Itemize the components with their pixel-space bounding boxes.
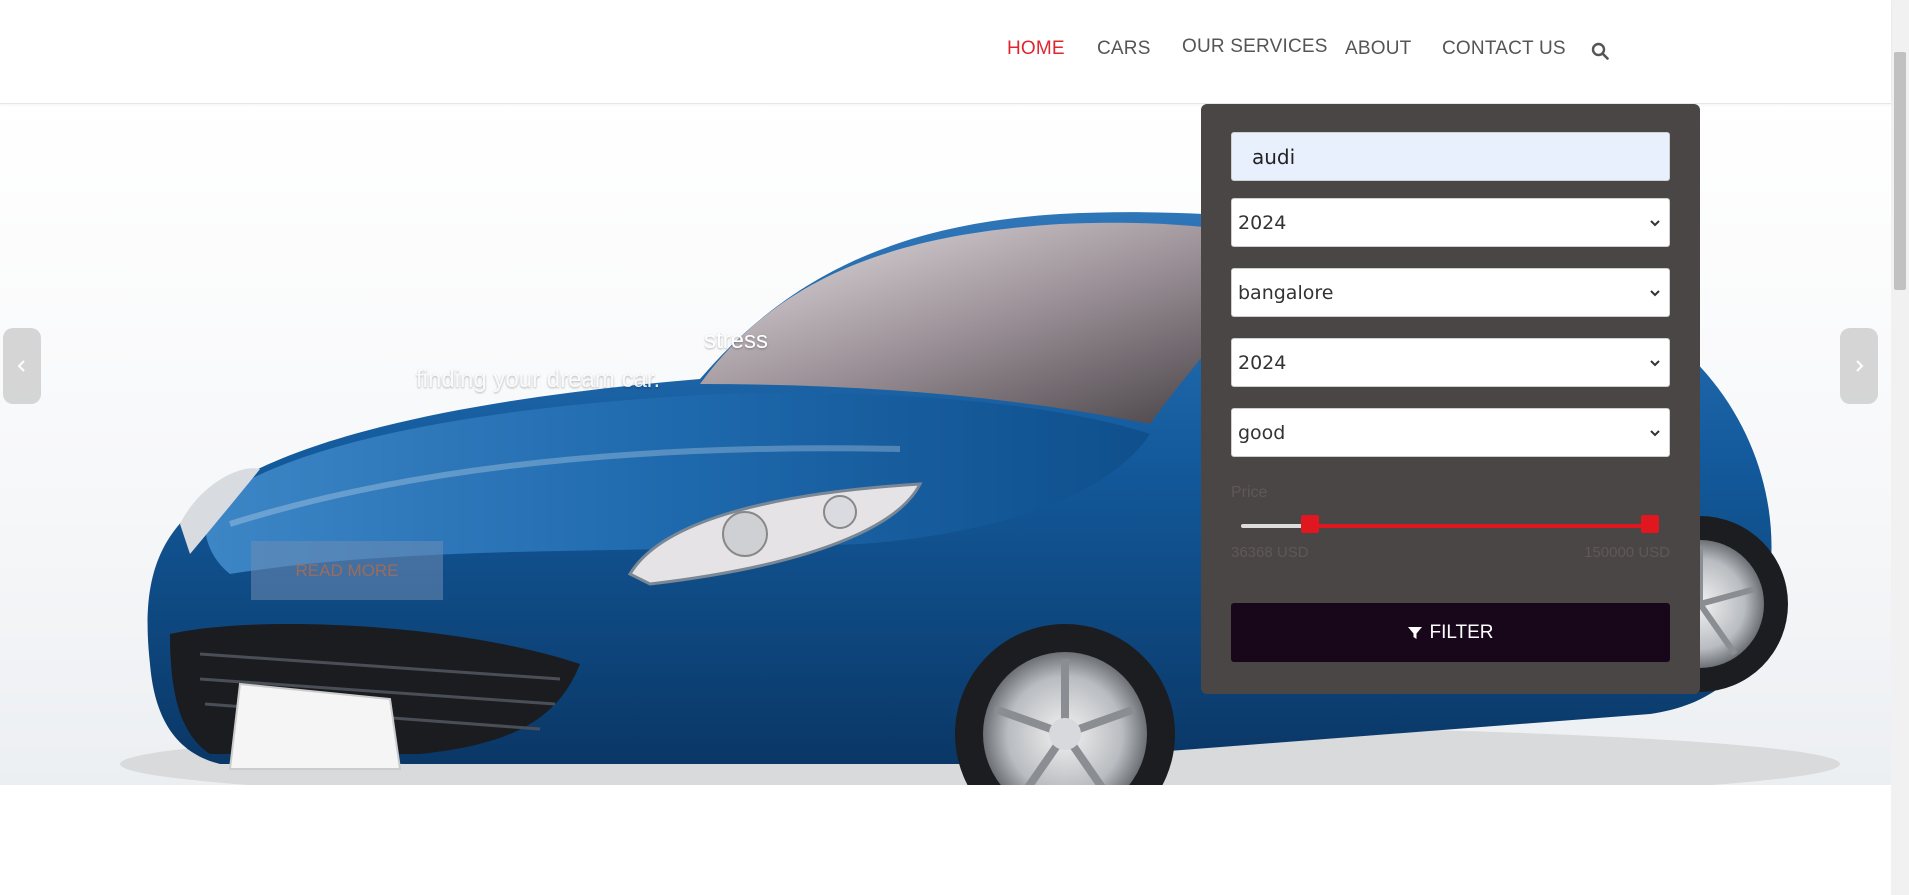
- filter-button[interactable]: FILTER: [1231, 603, 1670, 662]
- slider-prev-button[interactable]: [3, 328, 41, 404]
- price-max-value: 150000 USD: [1584, 544, 1670, 561]
- city-select[interactable]: bangalore: [1231, 268, 1670, 317]
- hero-text-line-2: finding your dream car.: [416, 366, 661, 393]
- car-filter-panel: audi 2024 bangalore 2024 good Price 3636…: [1201, 104, 1700, 694]
- price-max-handle[interactable]: [1641, 515, 1659, 533]
- city-select-value: bangalore: [1238, 281, 1334, 304]
- model-year-select-value: 2024: [1238, 351, 1287, 374]
- hero-text-line-1: stress: [704, 327, 769, 354]
- site-header: HOME CARS OUR SERVICES ABOUT CONTACT US: [0, 0, 1891, 104]
- filter-icon: [1408, 626, 1423, 639]
- filter-button-label: FILTER: [1429, 621, 1494, 643]
- search-input[interactable]: audi: [1231, 132, 1670, 181]
- chevron-right-icon: [1856, 360, 1864, 372]
- nav-about[interactable]: ABOUT: [1345, 38, 1411, 60]
- condition-select[interactable]: good: [1231, 408, 1670, 457]
- chevron-left-icon: [17, 360, 25, 372]
- chevron-down-icon: [1650, 430, 1660, 437]
- year-select[interactable]: 2024: [1231, 198, 1670, 247]
- nav-our-services[interactable]: OUR SERVICES: [1182, 36, 1328, 58]
- nav-home[interactable]: HOME: [1007, 38, 1065, 60]
- year-select-value: 2024: [1238, 211, 1287, 234]
- chevron-down-icon: [1650, 220, 1660, 227]
- search-icon[interactable]: [1591, 42, 1609, 60]
- nav-cars[interactable]: CARS: [1097, 38, 1151, 60]
- condition-select-value: good: [1238, 421, 1286, 444]
- price-range-fill: [1310, 524, 1650, 528]
- price-label: Price: [1231, 484, 1268, 501]
- page-scrollbar[interactable]: [1891, 0, 1909, 895]
- chevron-down-icon: [1650, 360, 1660, 367]
- model-year-select[interactable]: 2024: [1231, 338, 1670, 387]
- read-more-button[interactable]: READ MORE: [251, 541, 443, 600]
- price-min-handle[interactable]: [1301, 515, 1319, 533]
- chevron-down-icon: [1650, 290, 1660, 297]
- price-range-slider[interactable]: [1241, 515, 1659, 533]
- scrollbar-thumb[interactable]: [1894, 52, 1906, 290]
- slider-next-button[interactable]: [1840, 328, 1878, 404]
- nav-contact-us[interactable]: CONTACT US: [1442, 38, 1566, 60]
- price-min-value: 36368 USD: [1231, 544, 1309, 561]
